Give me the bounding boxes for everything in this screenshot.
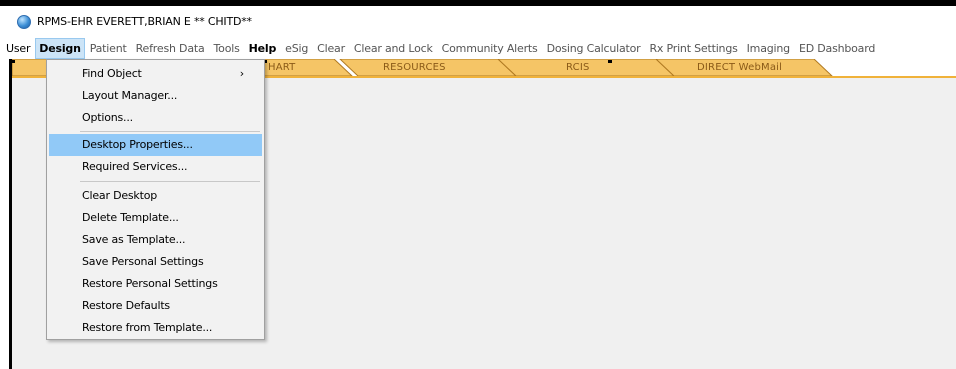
design-menu-dropdown: Find Object › Layout Manager... Options.…	[46, 59, 265, 340]
menu-item-layout-manager[interactable]: Layout Manager...	[49, 85, 262, 107]
menu-item-restore-from-template[interactable]: Restore from Template...	[49, 317, 262, 339]
menu-item-restore-personal-settings[interactable]: Restore Personal Settings	[49, 273, 262, 295]
menu-item-delete-template[interactable]: Delete Template...	[49, 207, 262, 229]
menu-item-required-services[interactable]: Required Services...	[49, 156, 262, 178]
menu-ed-dashboard[interactable]: ED Dashboard	[795, 38, 879, 59]
menu-item-options[interactable]: Options...	[49, 107, 262, 129]
chevron-right-icon: ›	[239, 67, 244, 80]
menu-design[interactable]: Design	[35, 38, 85, 59]
tab-rcis[interactable]: RCIS	[566, 62, 590, 73]
menu-user[interactable]: User	[2, 38, 34, 59]
window-title: RPMS-EHR EVERETT,BRIAN E ** CHITD**	[37, 15, 252, 28]
menu-clear[interactable]: Clear	[313, 38, 349, 59]
window-left-edge	[9, 59, 12, 369]
menu-separator	[80, 181, 260, 182]
menu-refresh-data[interactable]: Refresh Data	[132, 38, 209, 59]
tab-direct-webmail[interactable]: DIRECT WebMail	[697, 62, 782, 73]
menu-tools[interactable]: Tools	[210, 38, 244, 59]
tab-chart[interactable]: HART	[268, 62, 296, 73]
menu-community-alerts[interactable]: Community Alerts	[438, 38, 542, 59]
menu-item-label: Find Object	[82, 67, 142, 80]
menu-imaging[interactable]: Imaging	[743, 38, 794, 59]
tab-resources[interactable]: RESOURCES	[383, 62, 446, 73]
menu-dosing-calculator[interactable]: Dosing Calculator	[543, 38, 645, 59]
menu-item-restore-defaults[interactable]: Restore Defaults	[49, 295, 262, 317]
menu-bar: User Design Patient Refresh Data Tools H…	[0, 38, 956, 59]
menu-patient[interactable]: Patient	[86, 38, 131, 59]
menu-separator	[80, 131, 260, 132]
menu-esig[interactable]: eSig	[281, 38, 312, 59]
rpms-globe-icon	[17, 15, 31, 29]
menu-item-clear-desktop[interactable]: Clear Desktop	[49, 185, 262, 207]
menu-item-find-object[interactable]: Find Object ›	[49, 63, 262, 85]
menu-clear-and-lock[interactable]: Clear and Lock	[350, 38, 437, 59]
menu-item-desktop-properties[interactable]: Desktop Properties...	[49, 134, 262, 156]
menu-help[interactable]: Help	[245, 38, 281, 59]
menu-item-save-as-template[interactable]: Save as Template...	[49, 229, 262, 251]
menu-rx-print-settings[interactable]: Rx Print Settings	[645, 38, 741, 59]
menu-item-save-personal-settings[interactable]: Save Personal Settings	[49, 251, 262, 273]
marker	[608, 60, 612, 63]
title-bar: RPMS-EHR EVERETT,BRIAN E ** CHITD**	[0, 6, 956, 38]
